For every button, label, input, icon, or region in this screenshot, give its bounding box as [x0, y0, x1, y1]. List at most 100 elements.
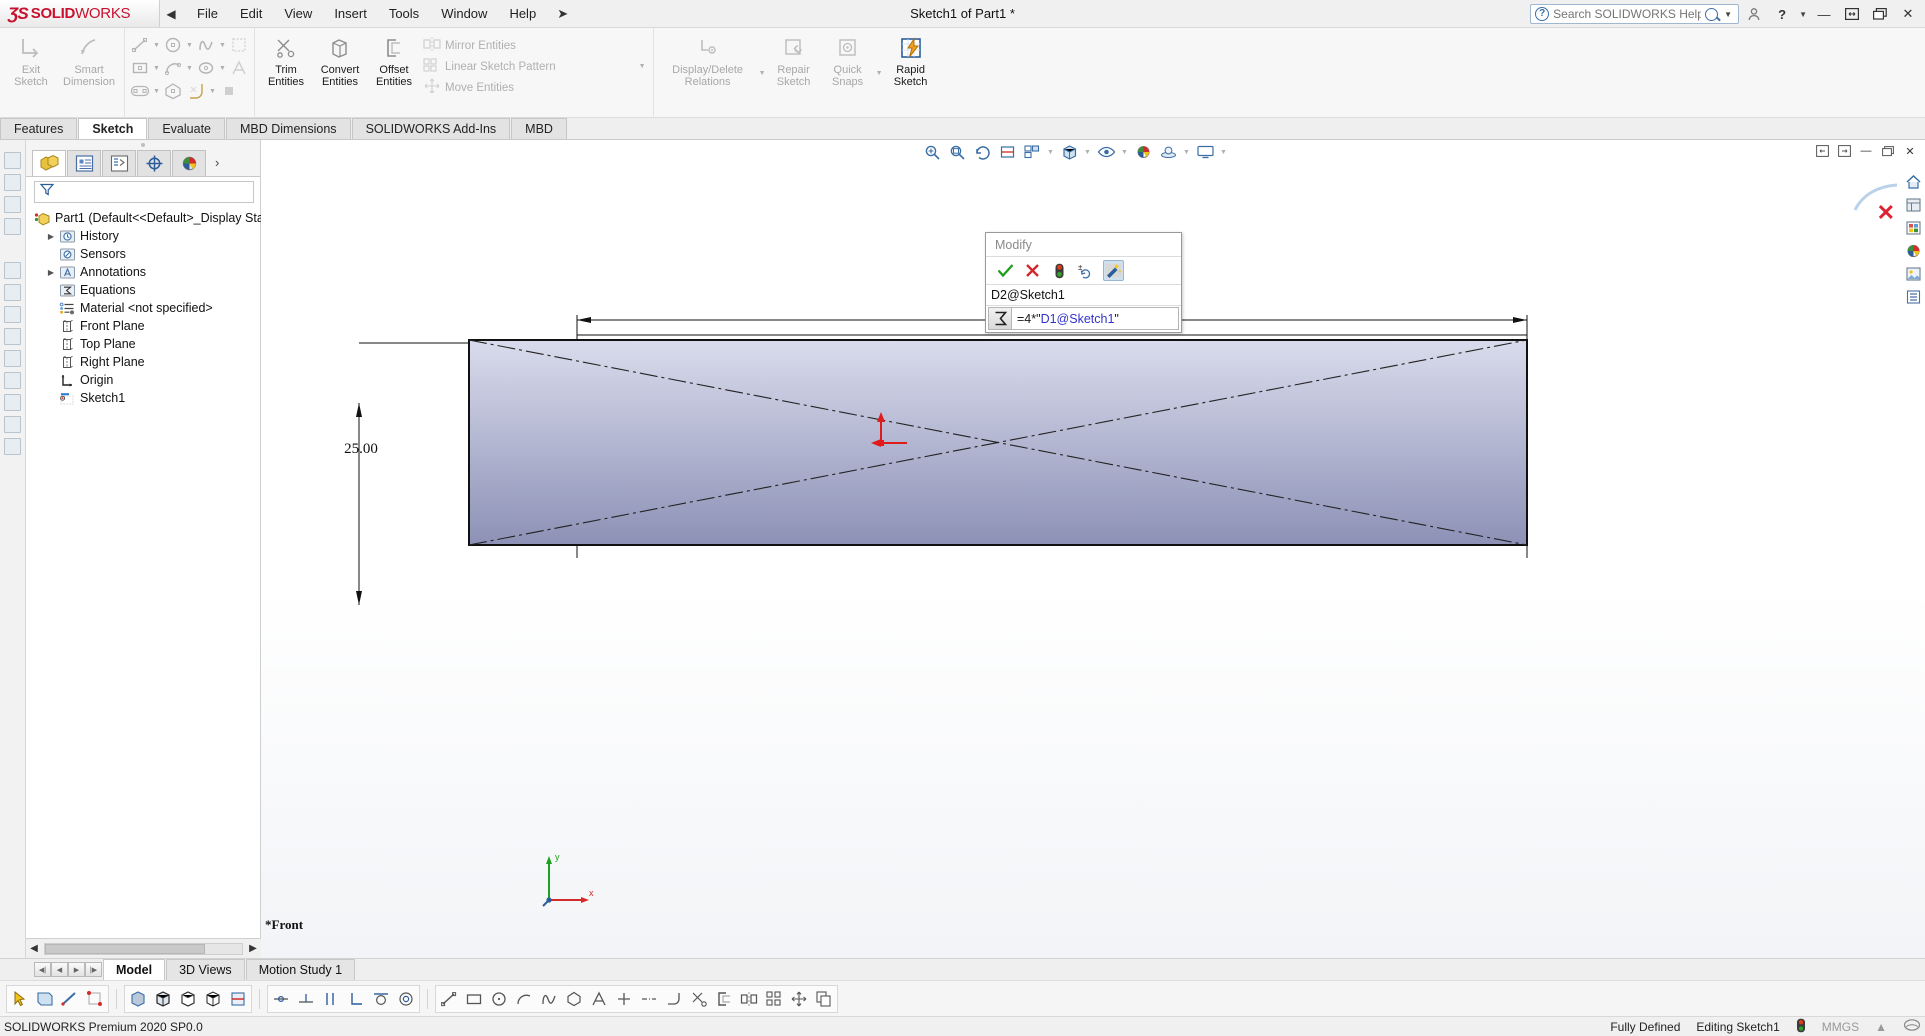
relations-chevron-down-icon[interactable]: ▼ [758, 70, 767, 77]
slot-icon[interactable] [129, 80, 151, 102]
rect-chevron-down-icon[interactable]: ▼ [152, 65, 161, 72]
rect-tool-icon[interactable] [462, 987, 486, 1011]
scroll-right-chevron-icon[interactable]: ▶ [245, 943, 261, 954]
rail-icon-8[interactable] [4, 328, 21, 345]
display-manager-tab[interactable] [172, 150, 206, 176]
tree-item-right-plane[interactable]: Right Plane [30, 353, 260, 371]
spline-icon[interactable] [195, 34, 217, 56]
tab-sketch[interactable]: Sketch [78, 118, 148, 139]
fillet-tool-icon[interactable] [662, 987, 686, 1011]
line-icon[interactable] [129, 34, 151, 56]
search-chevron-down-icon[interactable]: ▼ [1722, 10, 1734, 19]
menu-back-icon[interactable]: ◀ [160, 7, 182, 21]
select-filter-icon[interactable] [8, 987, 32, 1011]
tree-item-front-plane[interactable]: Front Plane [30, 317, 260, 335]
rail-icon-4[interactable] [4, 218, 21, 235]
horizontal-scrollbar[interactable] [44, 942, 243, 955]
spline-tool-icon[interactable] [537, 987, 561, 1011]
status-overlay-icon[interactable] [1903, 1018, 1921, 1035]
tree-item-material[interactable]: Material <not specified> [30, 299, 260, 317]
help-chevron-down-icon[interactable]: ▼ [1797, 10, 1809, 19]
user-icon[interactable] [1741, 1, 1767, 27]
dimxpert-manager-tab[interactable] [137, 150, 171, 176]
tree-item-origin[interactable]: Origin [30, 371, 260, 389]
rail-icon-2[interactable] [4, 174, 21, 191]
rail-icon-3[interactable] [4, 196, 21, 213]
restore-button[interactable] [1839, 1, 1865, 27]
bottom-tab-motion-study[interactable]: Motion Study 1 [245, 959, 356, 980]
prev-tab-icon[interactable]: ◀ [51, 962, 68, 977]
section-icon[interactable] [226, 987, 250, 1011]
text-tool-icon[interactable] [587, 987, 611, 1011]
quicksnaps-chevron-down-icon[interactable]: ▼ [875, 70, 884, 77]
relation-concentric-icon[interactable] [394, 987, 418, 1011]
display-delete-relations-button[interactable]: Display/Delete Relations [658, 31, 758, 92]
magnifier-icon[interactable] [1705, 7, 1719, 21]
close-button[interactable]: ✕ [1895, 1, 1921, 27]
slot-chevron-down-icon[interactable]: ▼ [152, 88, 161, 95]
ellipse-icon[interactable] [195, 57, 217, 79]
tree-item-sketch1[interactable]: Sketch1 [30, 389, 260, 407]
menu-help[interactable]: Help [498, 2, 547, 25]
pin-icon[interactable]: ➤ [557, 6, 568, 22]
tree-item-sensors[interactable]: Sensors [30, 245, 260, 263]
offset-tool-icon[interactable] [712, 987, 736, 1011]
relation-coincident-icon[interactable] [269, 987, 293, 1011]
bottom-tab-model[interactable]: Model [103, 959, 166, 980]
scrollbar-thumb[interactable] [45, 943, 205, 954]
tab-features[interactable]: Features [0, 118, 78, 139]
tab-mbd-dimensions[interactable]: MBD Dimensions [226, 118, 351, 139]
line-chevron-down-icon[interactable]: ▼ [152, 42, 161, 49]
tab-solidworks-add-ins[interactable]: SOLIDWORKS Add-Ins [351, 118, 511, 139]
tab-evaluate[interactable]: Evaluate [148, 118, 225, 139]
tree-item-equations[interactable]: Equations [30, 281, 260, 299]
status-units-chevron-up-icon[interactable]: ▲ [1875, 1020, 1887, 1034]
circle-icon[interactable] [162, 34, 184, 56]
feature-tree-filter[interactable] [34, 181, 254, 203]
menu-edit[interactable]: Edit [229, 2, 273, 25]
relation-parallel-icon[interactable] [319, 987, 343, 1011]
modify-dialog[interactable]: Modify ± D2@Sketch1 =4*"D1@Sketch1" [985, 232, 1182, 333]
circle-chevron-down-icon[interactable]: ▼ [185, 42, 194, 49]
expander-icon[interactable]: ▶ [44, 268, 58, 277]
maximize-button[interactable] [1867, 1, 1893, 27]
move-tool-icon[interactable] [787, 987, 811, 1011]
relation-perpendicular-icon[interactable] [344, 987, 368, 1011]
menu-view[interactable]: View [273, 2, 323, 25]
shaded-edges-icon[interactable] [151, 987, 175, 1011]
line-tool-icon[interactable] [437, 987, 461, 1011]
pattern-tool-icon[interactable] [762, 987, 786, 1011]
tree-item-top-plane[interactable]: Top Plane [30, 335, 260, 353]
sigma-equation-icon[interactable] [989, 308, 1012, 329]
rail-icon-5[interactable] [4, 262, 21, 279]
green-check-icon[interactable] [995, 260, 1016, 281]
modify-dialog-title[interactable]: Modify [986, 233, 1181, 257]
copy-tool-icon[interactable] [812, 987, 836, 1011]
circle-tool-icon[interactable] [487, 987, 511, 1011]
offset-entities-button[interactable]: Offset Entities [367, 31, 421, 92]
arc-chevron-down-icon[interactable]: ▼ [185, 65, 194, 72]
ellipse-chevron-down-icon[interactable]: ▼ [218, 65, 227, 72]
rail-icon-9[interactable] [4, 350, 21, 367]
arc-tool-icon[interactable] [512, 987, 536, 1011]
sketch-fillet-icon[interactable] [185, 80, 207, 102]
magic-wand-icon[interactable] [1103, 260, 1124, 281]
fillet-chevron-down-icon[interactable]: ▼ [208, 88, 217, 95]
arc-icon[interactable] [162, 57, 184, 79]
repair-sketch-button[interactable]: Repair Sketch [767, 31, 821, 92]
rail-icon-1[interactable] [4, 152, 21, 169]
hidden-lines-icon[interactable] [176, 987, 200, 1011]
filter-edges-icon[interactable] [58, 987, 82, 1011]
rail-icon-6[interactable] [4, 284, 21, 301]
rail-icon-12[interactable] [4, 416, 21, 433]
property-manager-tab[interactable] [67, 150, 101, 176]
exit-sketch-button[interactable]: Exit Sketch [4, 31, 58, 92]
filter-faces-icon[interactable] [33, 987, 57, 1011]
menu-insert[interactable]: Insert [323, 2, 378, 25]
panel-drag-handle[interactable] [26, 140, 260, 149]
help-question-icon[interactable]: ? [1769, 1, 1795, 27]
plus-minus-undo-icon[interactable]: ± [1076, 260, 1097, 281]
linear-sketch-pattern-row[interactable]: Linear Sketch Pattern ▼ [421, 56, 649, 77]
minimize-button[interactable]: — [1811, 1, 1837, 27]
smart-dimension-button[interactable]: Smart Dimension [58, 31, 120, 92]
